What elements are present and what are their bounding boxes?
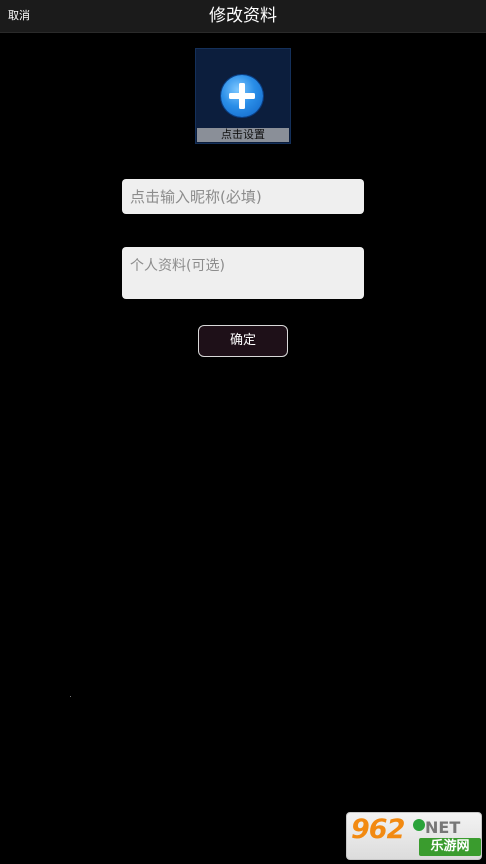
speck — [70, 696, 71, 697]
plus-circle-icon — [221, 75, 263, 117]
avatar-picker[interactable]: 点击设置 — [195, 48, 291, 144]
watermark-logo: 962 NET 乐游网 — [346, 812, 482, 860]
watermark-dot-icon — [413, 819, 425, 831]
page-title: 修改资料 — [209, 6, 277, 26]
avatar-caption: 点击设置 — [197, 128, 289, 142]
profile-textarea[interactable] — [122, 247, 364, 299]
watermark-suffix: NET — [425, 818, 461, 837]
watermark-number: 962 — [351, 814, 405, 845]
top-bar: 取消 修改资料 — [0, 0, 486, 33]
watermark-site-name: 乐游网 — [419, 838, 481, 856]
confirm-button[interactable]: 确定 — [198, 325, 288, 357]
nickname-input[interactable] — [122, 179, 364, 214]
